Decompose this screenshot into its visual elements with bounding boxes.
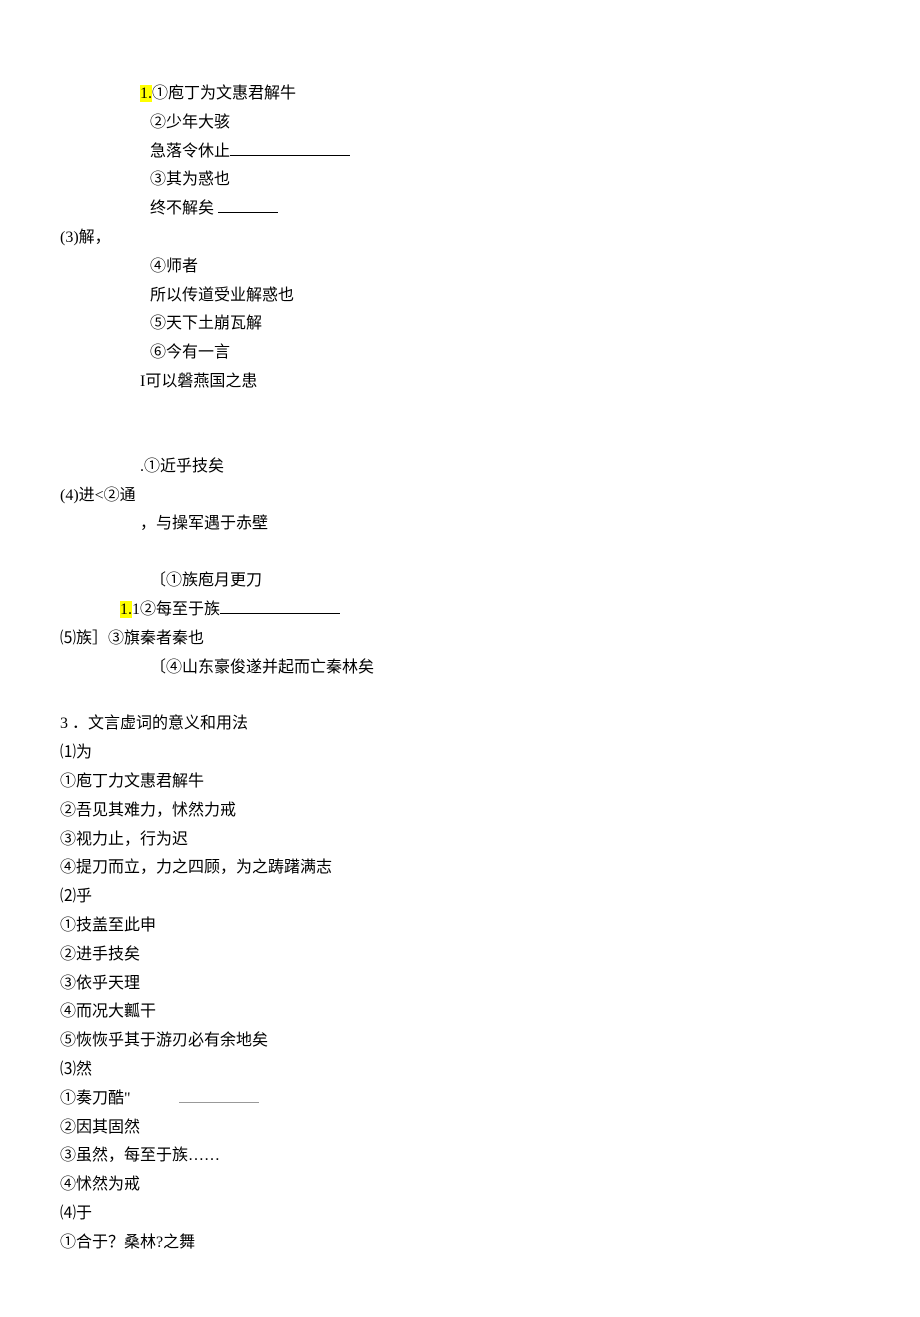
g5-line1: 〔①族庖月更刀 (60, 567, 860, 596)
g3-line3: 急落令休止 (60, 138, 860, 167)
sub2-l2: ②进手技矣 (60, 941, 860, 970)
sub1-l2: ②吾见其难力，怵然力戒 (60, 797, 860, 826)
g3-line1: 1.①庖丁为文惠君解牛 (60, 80, 860, 109)
g3-line2: ②少年大骇 (60, 109, 860, 138)
sub2-label: ⑵乎 (60, 883, 860, 912)
text: 3 ．文言虚词的意义和用法 (60, 715, 248, 732)
g4-line2: ，与操军遇于赤壁 (60, 510, 860, 539)
sub1-l1: ①庖丁力文惠君解牛 (60, 768, 860, 797)
group-4: .①近乎技矣 (4)进<②通 ，与操军遇于赤壁 (60, 453, 860, 539)
text: ②少年大骇 (150, 114, 230, 131)
text: ③视力止，行为迟 (60, 831, 188, 848)
group-label: (4)进<②通 (60, 487, 136, 504)
sub2-l5: ⑤恢恢乎其于游刃必有余地矣 (60, 1027, 860, 1056)
text: I可以磐燕国之患 (140, 373, 257, 390)
text: ⑶然 (60, 1061, 92, 1078)
text: ②进手技矣 (60, 946, 140, 963)
group-label: ⑸族］ (60, 630, 108, 647)
text: ，与操军遇于赤壁 (140, 515, 268, 532)
text: ⑴为 (60, 744, 92, 761)
sub4-label: ⑷于 (60, 1200, 860, 1229)
text: ④提刀而立，力之四顾，为之踌躇满志 (60, 859, 332, 876)
section-3-title: 3 ．文言虚词的意义和用法 (60, 710, 860, 739)
g3-label-line: (3)解， (60, 224, 860, 253)
group-5: 〔①族庖月更刀 1.1②每至于族 ⑸族］③旗秦者秦也 〔④山东豪俊遂并起而亡秦林… (60, 567, 860, 682)
sub3-l1: ①奏刀酷" (60, 1085, 860, 1114)
g3-line10: I可以磐燕国之患 (60, 368, 860, 397)
g5-line4: 〔④山东豪俊遂并起而亡秦林矣 (60, 654, 860, 683)
text: 1②每至于族 (132, 601, 220, 618)
text: ①奏刀酷" (60, 1090, 131, 1107)
g3-line7: 所以传道受业解惑也 (60, 282, 860, 311)
g5-line2: 1.1②每至于族 (60, 596, 860, 625)
blank-underline (230, 139, 350, 156)
text: ⑥今有一言 (150, 344, 230, 361)
sub3-l2: ②因其固然 (60, 1114, 860, 1143)
text: ⑤天下土崩瓦解 (150, 315, 262, 332)
sub1-l3: ③视力止，行为迟 (60, 826, 860, 855)
blank-underline (218, 196, 278, 213)
text: ②吾见其难力，怵然力戒 (60, 802, 236, 819)
text: 急落令休止 (150, 143, 230, 160)
text: ③虽然，每至于族…… (60, 1147, 220, 1164)
sub1-l4: ④提刀而立，力之四顾，为之踌躇满志 (60, 854, 860, 883)
g5-label-line: ⑸族］③旗秦者秦也 (60, 625, 860, 654)
highlight-badge: 1. (140, 85, 152, 102)
sub2-l1: ①技盖至此申 (60, 912, 860, 941)
g4-label-line: (4)进<②通 (60, 482, 860, 511)
sub1-label: ⑴为 (60, 739, 860, 768)
blank-underline (220, 597, 340, 614)
text: ①合于？桑林?之舞 (60, 1234, 195, 1251)
text: ②因其固然 (60, 1119, 140, 1136)
g3-line9: ⑥今有一言 (60, 339, 860, 368)
text: ⑵乎 (60, 888, 92, 905)
text: 〔①族庖月更刀 (150, 572, 262, 589)
text: ①技盖至此申 (60, 917, 156, 934)
text: ③其为惑也 (150, 171, 230, 188)
text: ③依乎天理 (60, 975, 140, 992)
g3-line5: 终不解矣 (60, 195, 860, 224)
g3-line8: ⑤天下土崩瓦解 (60, 310, 860, 339)
text: .①近乎技矣 (140, 458, 224, 475)
text: ④而况大瓤干 (60, 1003, 156, 1020)
group-label: (3)解， (60, 229, 111, 246)
text: ①庖丁力文惠君解牛 (60, 773, 204, 790)
text: ④师者 (150, 258, 198, 275)
highlight-badge: 1. (120, 601, 132, 618)
sub2-l3: ③依乎天理 (60, 970, 860, 999)
sub3-l4: ④怵然为戒 (60, 1171, 860, 1200)
g3-line4: ③其为惑也 (60, 166, 860, 195)
text: ③旗秦者秦也 (108, 630, 204, 647)
text: ④怵然为戒 (60, 1176, 140, 1193)
text: ①庖丁为文惠君解牛 (152, 85, 296, 102)
sub3-label: ⑶然 (60, 1056, 860, 1085)
text: 所以传道受业解惑也 (150, 287, 294, 304)
document-page: 1.①庖丁为文惠君解牛 ②少年大骇 急落令休止 ③其为惑也 终不解矣 (3)解，… (0, 0, 920, 1317)
sub3-l3: ③虽然，每至于族…… (60, 1142, 860, 1171)
g3-line6: ④师者 (60, 253, 860, 282)
g4-line1: .①近乎技矣 (60, 453, 860, 482)
sub2-l4: ④而况大瓤干 (60, 998, 860, 1027)
section-3: 3 ．文言虚词的意义和用法 ⑴为 ①庖丁力文惠君解牛 ②吾见其难力，怵然力戒 ③… (60, 710, 860, 1257)
text: 〔④山东豪俊遂并起而亡秦林矣 (150, 659, 374, 676)
text: 终不解矣 (150, 200, 214, 217)
sub4-l1: ①合于？桑林?之舞 (60, 1229, 860, 1258)
text: ⑤恢恢乎其于游刃必有余地矣 (60, 1032, 268, 1049)
group-3: 1.①庖丁为文惠君解牛 ②少年大骇 急落令休止 ③其为惑也 终不解矣 (3)解，… (60, 80, 860, 397)
text: ⑷于 (60, 1205, 92, 1222)
blank-underline (179, 1086, 259, 1103)
